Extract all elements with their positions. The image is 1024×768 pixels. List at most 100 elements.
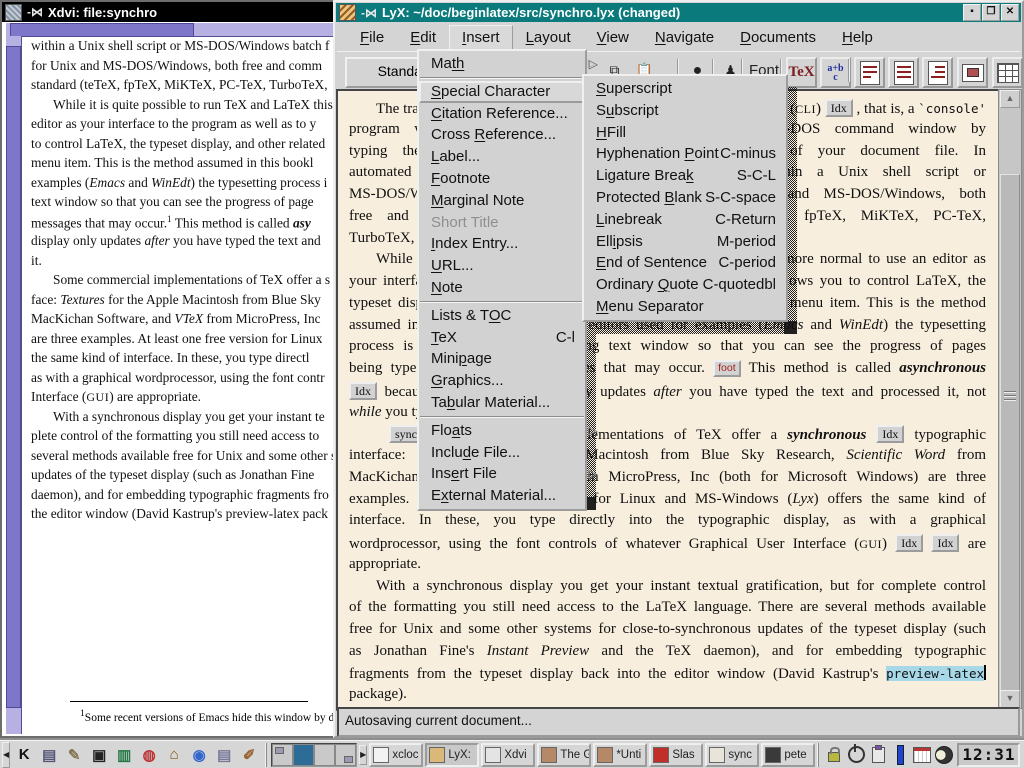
scroll-thumb[interactable] [1000,174,1020,704]
insert-footnote-icon[interactable] [854,57,885,88]
menu-item-url[interactable]: URL... [419,255,585,277]
menu-item-graphics[interactable]: Graphics... [419,370,585,392]
task-button-gimp[interactable]: The G [537,743,591,767]
menubar-item-documents[interactable]: Documents [727,25,829,50]
task-button-terminal[interactable]: pete [761,743,815,767]
footnote-inset[interactable]: foot [713,360,741,377]
panel-handle[interactable] [817,743,819,767]
menu-item-external-material[interactable]: External Material... [419,485,585,507]
xdvi-titlebar[interactable]: -⋈ Xdvi: file:synchro [2,2,338,22]
moon-icon[interactable] [933,744,955,766]
scroll-up-icon[interactable]: ▲ [1000,90,1020,108]
editor-icon[interactable]: ✐ [237,743,261,767]
menu-item-math[interactable]: Math▷ [419,53,585,75]
panel-handle[interactable] [265,743,267,767]
logout-icon[interactable] [845,744,867,766]
window-list-icon[interactable]: ▤ [37,743,61,767]
menu-item-floats[interactable]: Floats▷ [419,420,585,442]
menubar-item-edit[interactable]: Edit [397,25,449,50]
task-button-xdvi[interactable]: Xdvi [481,743,535,767]
menu-item-hyphenation-point[interactable]: Hyphenation PointC-minus [584,143,786,165]
task-button-slashdot[interactable]: Slas [649,743,703,767]
lock-icon[interactable] [823,744,845,766]
help-icon[interactable]: ◍ [137,743,161,767]
menu-item-menu-separator[interactable]: Menu Separator [584,296,786,318]
panel-hide-left-icon[interactable]: ◀ [2,742,10,768]
terminal-icon[interactable]: ▣ [87,743,111,767]
index-inset[interactable]: Idx [349,382,377,400]
index-inset[interactable]: Idx [931,534,959,552]
menu-item-include-file[interactable]: Include File... [419,442,585,464]
organizer-icon[interactable] [911,744,933,766]
insert-marginpar-icon[interactable] [888,57,919,88]
window-pin-icon[interactable]: -⋈ [361,6,377,20]
xdvi-hscroll-thumb[interactable] [10,23,194,37]
math-button[interactable]: a+bc [820,57,851,88]
menu-item-protected-blank[interactable]: Protected BlankS-C-space [584,187,786,209]
xdvi-vertical-scrollbar[interactable] [6,36,22,734]
scroll-down-icon[interactable]: ▼ [1000,690,1020,708]
menu-item-end-of-sentence[interactable]: End of SentenceC-period [584,252,786,274]
insert-figure-icon[interactable] [957,57,988,88]
panel-clock[interactable]: 12:31 [957,743,1020,767]
pager-expand-icon[interactable]: ▶ [359,745,367,765]
pager-desktop-2[interactable] [293,744,314,766]
menu-item-hfill[interactable]: HFill [584,122,786,144]
task-button-gimp[interactable]: *Unti [593,743,647,767]
bar-icon[interactable] [889,744,911,766]
menu-item-insert-file[interactable]: Insert File▷ [419,463,585,485]
menu-item-marginal-note[interactable]: Marginal Note [419,190,585,212]
tex-button[interactable]: TeX [786,57,817,88]
menubar-item-file[interactable]: File [347,25,397,50]
browser-icon[interactable]: ◉ [187,743,211,767]
menu-item-subscript[interactable]: Subscript [584,100,786,122]
menu-item-label[interactable]: Label... [419,146,585,168]
menu-item-special-character[interactable]: Special Character▷ [419,81,585,103]
xdvi-horizontal-scrollbar[interactable] [6,23,338,37]
menu-item-footnote[interactable]: Footnote [419,168,585,190]
menubar-item-navigate[interactable]: Navigate [642,25,727,50]
menu-item-linebreak[interactable]: LinebreakC-Return [584,209,786,231]
menu-item-ordinary-quote[interactable]: Ordinary QuoteC-quotedbl [584,274,786,296]
pager-desktop-4[interactable] [335,744,356,766]
maximize-button[interactable]: ❒ [982,4,1000,21]
insert-table-icon[interactable] [992,57,1023,88]
xdvi-vscroll-thumb[interactable] [6,46,21,708]
close-button[interactable]: ✕ [1001,4,1019,21]
index-inset[interactable]: Idx [825,99,853,117]
klipper-icon[interactable] [867,744,889,766]
menu-item-note[interactable]: Note [419,277,585,299]
menu-item-tex[interactable]: TeXC-l [419,327,585,349]
menubar-item-insert[interactable]: Insert [449,25,513,50]
lyx-titlebar[interactable]: -⋈ LyX: ~/doc/beginlatex/src/synchro.lyx… [336,3,1021,22]
menu-item-ellipsis[interactable]: EllipsisM-period [584,231,786,253]
home-icon[interactable]: ⌂ [162,743,186,767]
menu-item-index-entry[interactable]: Index Entry... [419,233,585,255]
menubar-item-help[interactable]: Help [829,25,886,50]
index-inset[interactable]: Idx [895,534,923,552]
menubar-item-layout[interactable]: Layout [513,25,584,50]
pager-desktop-3[interactable] [314,744,335,766]
task-button-lyx[interactable]: LyX: [425,743,479,767]
menu-item-cross-reference[interactable]: Cross Reference... [419,124,585,146]
menu-item-minipage[interactable]: Minipage [419,348,585,370]
menu-item-lists-toc[interactable]: Lists & TOC [419,305,585,327]
document-scrollbar[interactable]: ▲ ▼ [998,89,1022,709]
menubar-item-view[interactable]: View [584,25,642,50]
menu-item-superscript[interactable]: Superscript [584,78,786,100]
kmenu-icon[interactable]: K [12,743,36,767]
menu-item-tabular-material[interactable]: Tabular Material... [419,392,585,414]
window-pin-icon[interactable]: -⋈ [27,5,43,19]
index-inset[interactable]: Idx [876,425,904,443]
change-depth-icon[interactable] [922,57,953,88]
documents-icon[interactable]: ▤ [212,743,236,767]
task-button-clock[interactable]: xcloc [369,743,423,767]
iconify-button[interactable]: ▪ [963,4,981,21]
menu-item-citation-reference[interactable]: Citation Reference... [419,103,585,125]
pager-desktop-1[interactable] [272,744,293,766]
menu-item-ligature-break[interactable]: Ligature BreakS-C-L [584,165,786,187]
konsole-icon[interactable]: ▥ [112,743,136,767]
text-segment: you have typed the text and [170,233,321,248]
task-button-goat[interactable]: sync [705,743,759,767]
show-desktop-icon[interactable]: ✎ [62,743,86,767]
